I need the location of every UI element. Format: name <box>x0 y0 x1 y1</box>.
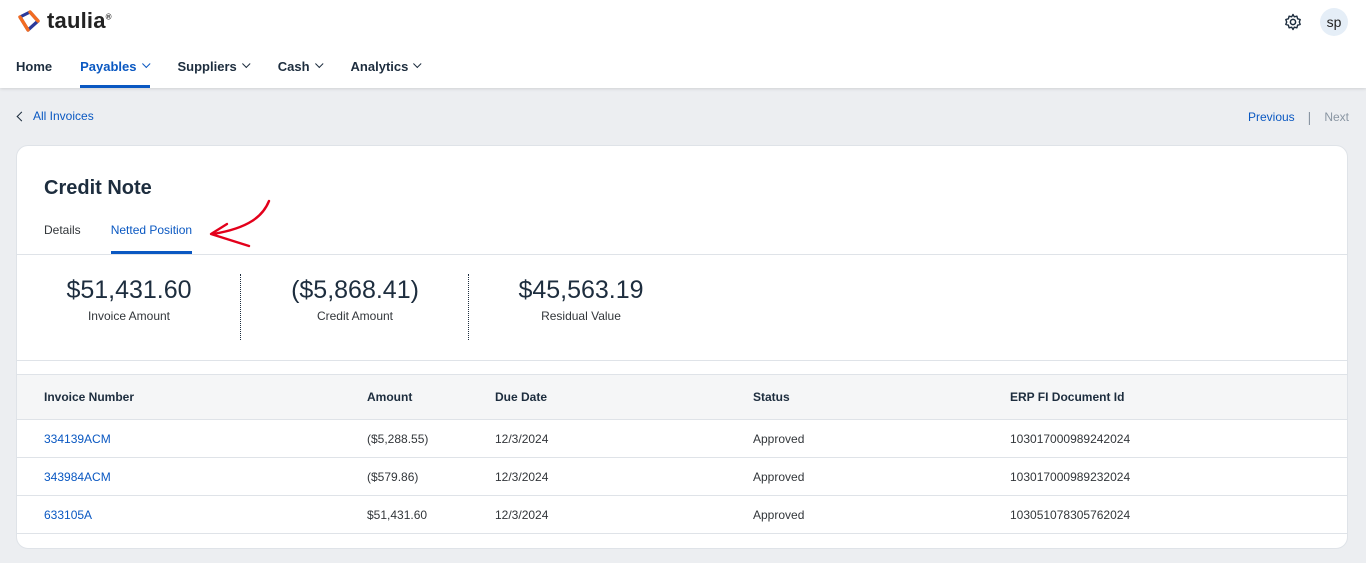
table-header-row: Invoice Number Amount Due Date Status ER… <box>17 374 1347 420</box>
red-arrow-icon <box>209 199 271 248</box>
invoice-number-link[interactable]: 334139ACM <box>44 420 111 457</box>
status-cell: Approved <box>753 469 805 484</box>
credit-note-card: Credit Note Details Netted Position $51,… <box>16 145 1348 549</box>
netted-invoices-table: Invoice Number Amount Due Date Status ER… <box>17 374 1347 534</box>
tab-netted-position[interactable]: Netted Position <box>110 214 193 254</box>
record-pager: Previous | Next <box>1248 109 1349 125</box>
netted-summary: $51,431.60 Invoice Amount ($5,868.41) Cr… <box>17 274 1347 342</box>
invoice-amount-label: Invoice Amount <box>87 308 171 323</box>
chevron-left-icon <box>16 111 27 121</box>
nav-analytics[interactable]: Analytics <box>351 44 422 88</box>
nav-home[interactable]: Home <box>16 44 52 88</box>
residual-value-label: Residual Value <box>541 308 621 323</box>
chevron-down-icon <box>413 59 422 69</box>
page-title: Credit Note <box>44 177 152 199</box>
chevron-down-icon <box>314 59 324 69</box>
nav-suppliers[interactable]: Suppliers <box>178 44 251 88</box>
pager-separator: | <box>1307 109 1312 125</box>
invoice-number-link[interactable]: 633105A <box>44 496 92 533</box>
table-row: 343984ACM ($579.86) 12/3/2024 Approved 1… <box>17 458 1347 496</box>
table-row: 633105A $51,431.60 12/3/2024 Approved 10… <box>17 496 1347 534</box>
main-nav: Home Payables Suppliers Cash Analytics <box>16 44 449 88</box>
erp-document-id-cell: 103017000989232024 <box>1010 469 1131 484</box>
amount-cell: ($5,288.55) <box>367 431 429 446</box>
status-cell: Approved <box>753 431 805 446</box>
invoice-amount-value: $51,431.60 <box>66 276 192 304</box>
chevron-down-icon <box>241 59 251 69</box>
taulia-logo[interactable]: taulia® <box>16 8 112 34</box>
back-to-all-invoices-link[interactable]: All Invoices <box>16 109 94 123</box>
amount-cell: ($579.86) <box>367 469 419 484</box>
due-date-cell: 12/3/2024 <box>495 431 549 446</box>
credit-amount-metric: ($5,868.41) Credit Amount <box>243 274 467 323</box>
credit-amount-value: ($5,868.41) <box>291 276 419 304</box>
top-bar: taulia® sp Home Payables Suppliers Cash … <box>0 0 1366 88</box>
settings-gear-icon[interactable] <box>1283 12 1303 32</box>
due-date-cell: 12/3/2024 <box>495 507 549 522</box>
tab-details[interactable]: Details <box>44 214 81 254</box>
user-avatar[interactable]: sp <box>1320 8 1348 36</box>
column-header-due-date[interactable]: Due Date <box>495 375 547 419</box>
column-header-amount[interactable]: Amount <box>367 375 412 419</box>
logo-wordmark: taulia® <box>47 8 112 33</box>
invoice-amount-metric: $51,431.60 Invoice Amount <box>17 274 241 323</box>
due-date-cell: 12/3/2024 <box>495 469 549 484</box>
chevron-down-icon <box>141 59 151 69</box>
column-header-status[interactable]: Status <box>753 375 790 419</box>
credit-amount-label: Credit Amount <box>316 308 394 323</box>
invoice-number-link[interactable]: 343984ACM <box>44 458 111 495</box>
section-divider <box>17 360 1347 361</box>
tabs-divider <box>17 254 1347 255</box>
table-row: 334139ACM ($5,288.55) 12/3/2024 Approved… <box>17 420 1347 458</box>
next-link[interactable]: Next <box>1324 110 1349 124</box>
status-cell: Approved <box>753 507 805 522</box>
taulia-logo-icon <box>18 10 40 32</box>
residual-value-metric: $45,563.19 Residual Value <box>469 274 693 323</box>
nav-cash[interactable]: Cash <box>278 44 324 88</box>
amount-cell: $51,431.60 <box>367 507 428 522</box>
column-header-invoice-number[interactable]: Invoice Number <box>44 375 134 419</box>
erp-document-id-cell: 103051078305762024 <box>1010 507 1131 522</box>
nav-payables[interactable]: Payables <box>80 44 151 88</box>
metric-divider <box>240 274 241 340</box>
tab-bar: Details Netted Position <box>44 214 222 254</box>
erp-document-id-cell: 103017000989242024 <box>1010 431 1131 446</box>
column-header-erp-fi-document-id[interactable]: ERP FI Document Id <box>1010 375 1124 419</box>
residual-value-value: $45,563.19 <box>518 276 644 304</box>
previous-link[interactable]: Previous <box>1248 110 1295 124</box>
